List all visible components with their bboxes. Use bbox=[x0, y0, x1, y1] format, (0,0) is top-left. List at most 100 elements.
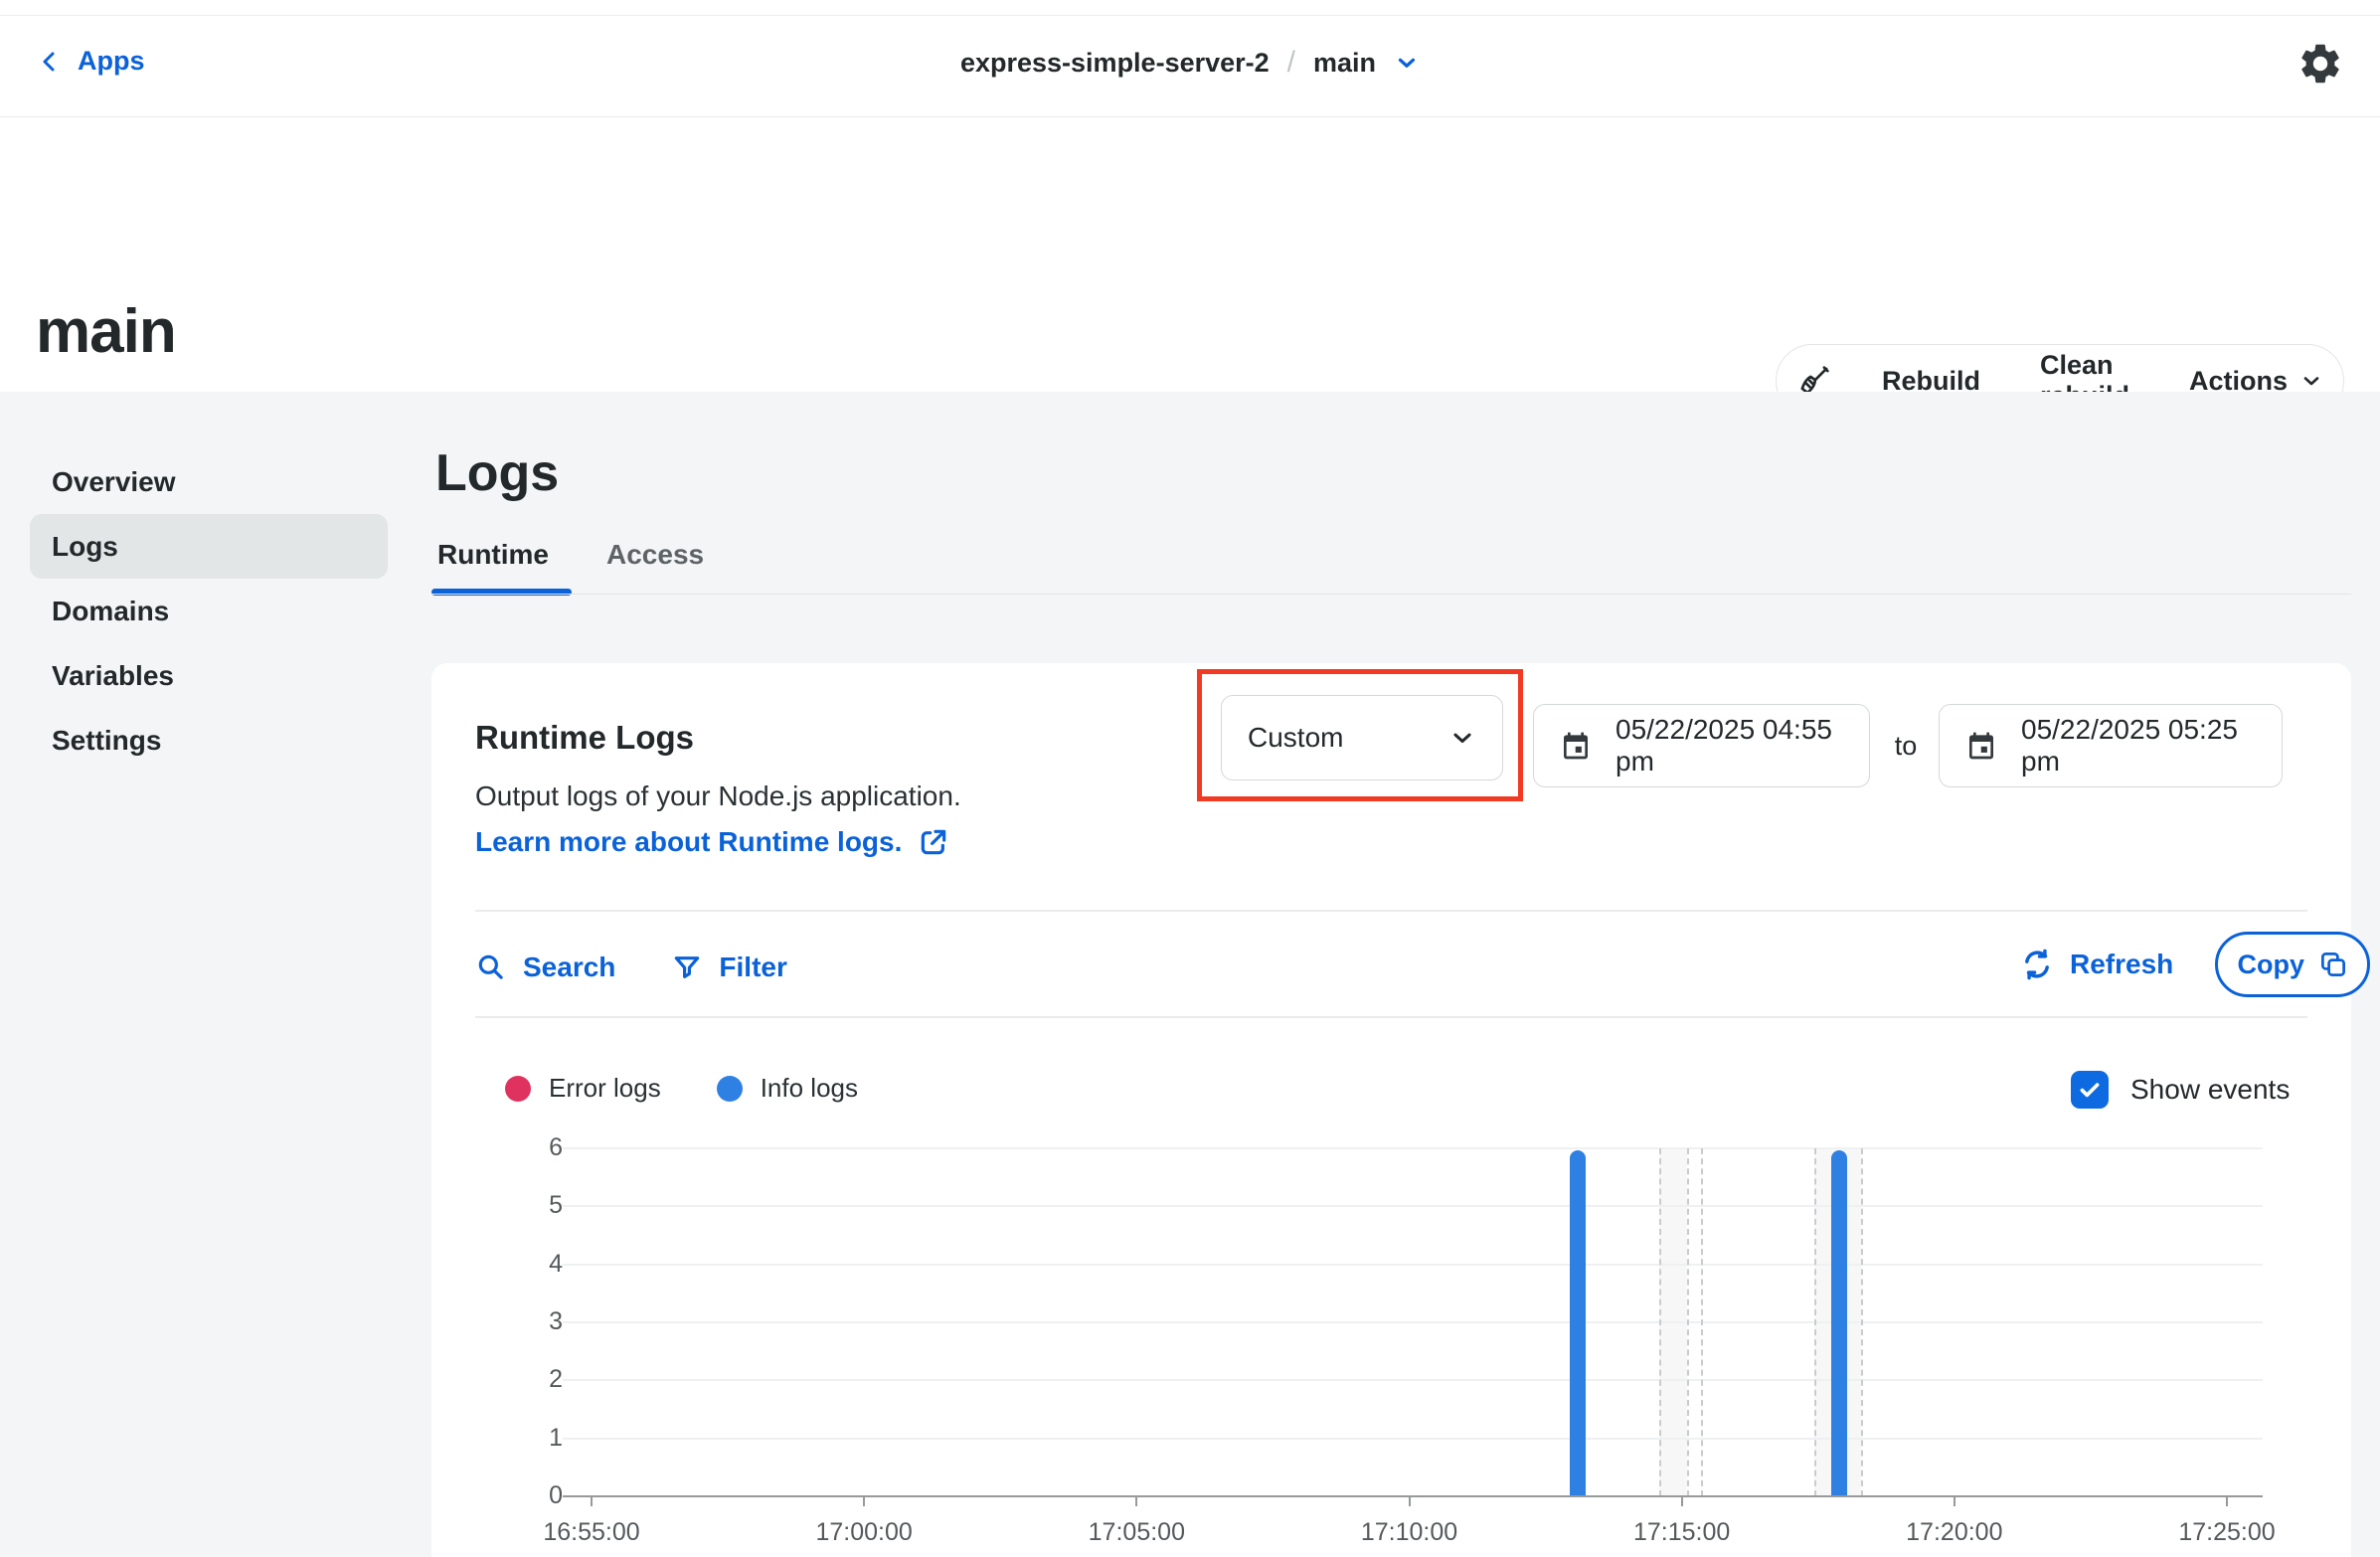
sidebar-item-domains[interactable]: Domains bbox=[30, 579, 388, 643]
legend-dot bbox=[505, 1076, 531, 1102]
y-axis-label: 5 bbox=[463, 1191, 563, 1220]
x-axis-tick bbox=[863, 1496, 865, 1506]
external-link-icon bbox=[918, 826, 949, 858]
legend-label: Info logs bbox=[761, 1073, 858, 1104]
environment-sidebar: OverviewLogsDomainsVariablesSettings bbox=[30, 449, 388, 773]
x-axis-tick bbox=[1681, 1496, 1683, 1506]
chevron-down-icon[interactable] bbox=[1394, 50, 1420, 76]
back-label: Apps bbox=[78, 46, 145, 77]
legend-label: Error logs bbox=[549, 1073, 661, 1104]
check-icon bbox=[2077, 1077, 2103, 1103]
log-bar-info-logs[interactable] bbox=[1570, 1150, 1586, 1496]
y-axis-label: 2 bbox=[463, 1365, 563, 1394]
card-divider bbox=[475, 910, 2307, 912]
x-axis-label: 17:20:00 bbox=[1875, 1518, 2034, 1547]
chevron-left-icon bbox=[38, 48, 62, 76]
sidebar-item-variables[interactable]: Variables bbox=[30, 643, 388, 708]
log-actions-right: Refresh Copy bbox=[2020, 932, 2370, 997]
y-axis-label: 6 bbox=[463, 1133, 563, 1162]
gridline bbox=[563, 1321, 2263, 1323]
search-button[interactable]: Search bbox=[475, 952, 615, 983]
copy-icon bbox=[2318, 950, 2348, 979]
search-icon bbox=[475, 952, 507, 983]
calendar-icon bbox=[1965, 730, 1997, 762]
search-label: Search bbox=[523, 952, 615, 983]
x-axis-tick bbox=[1954, 1496, 1955, 1506]
copy-label: Copy bbox=[2238, 950, 2305, 980]
copy-button[interactable]: Copy bbox=[2215, 932, 2370, 997]
gridline bbox=[563, 1264, 2263, 1266]
logs-tabs: Runtime Access bbox=[437, 539, 704, 595]
event-dashed-line bbox=[1861, 1148, 1863, 1496]
runtime-logs-card: Runtime Logs Custom 05/22/2025 04:55 pm … bbox=[431, 663, 2351, 1557]
show-events-checkbox[interactable] bbox=[2071, 1071, 2109, 1109]
x-axis-line bbox=[563, 1495, 2263, 1498]
breadcrumb-separator: / bbox=[1287, 46, 1295, 80]
gridline bbox=[563, 1147, 2263, 1149]
x-axis-label: 16:55:00 bbox=[512, 1518, 671, 1547]
runtime-logs-title: Runtime Logs bbox=[475, 719, 694, 757]
learn-more-label: Learn more about Runtime logs. bbox=[475, 826, 902, 858]
sidebar-item-settings[interactable]: Settings bbox=[30, 708, 388, 773]
sidebar-item-logs[interactable]: Logs bbox=[30, 514, 388, 579]
show-events-toggle[interactable]: Show events bbox=[2071, 1071, 2290, 1109]
x-axis-label: 17:05:00 bbox=[1057, 1518, 1216, 1547]
y-axis-label: 3 bbox=[463, 1307, 563, 1336]
legend-dot bbox=[717, 1076, 743, 1102]
event-dashed-line bbox=[1659, 1148, 1661, 1496]
settings-gear-icon[interactable] bbox=[2296, 40, 2344, 87]
legend-item-error-logs: Error logs bbox=[505, 1073, 661, 1104]
calendar-icon bbox=[1560, 730, 1592, 762]
x-axis-tick bbox=[2226, 1496, 2228, 1506]
y-axis-label: 1 bbox=[463, 1424, 563, 1453]
time-range-value: Custom bbox=[1248, 722, 1343, 754]
x-axis-label: 17:00:00 bbox=[784, 1518, 943, 1547]
chart-legend: Error logs Info logs bbox=[505, 1073, 858, 1104]
to-label: to bbox=[1881, 731, 1931, 762]
x-axis-tick bbox=[1135, 1496, 1137, 1506]
tab-runtime[interactable]: Runtime bbox=[437, 539, 549, 595]
page-title: Logs bbox=[435, 443, 559, 503]
content-area: OverviewLogsDomainsVariablesSettings Log… bbox=[0, 392, 2380, 1557]
date-to-value: 05/22/2025 05:25 pm bbox=[2021, 714, 2256, 778]
refresh-icon bbox=[2020, 948, 2054, 981]
back-to-apps-link[interactable]: Apps bbox=[38, 46, 145, 77]
time-range-select[interactable]: Custom bbox=[1221, 695, 1503, 780]
breadcrumb: express-simple-server-2 / main bbox=[960, 46, 1420, 80]
tab-access[interactable]: Access bbox=[606, 539, 704, 595]
environment-title: main bbox=[36, 296, 176, 367]
refresh-button[interactable]: Refresh bbox=[2020, 948, 2173, 981]
learn-more-link[interactable]: Learn more about Runtime logs. bbox=[475, 826, 949, 858]
date-from-input[interactable]: 05/22/2025 04:55 pm bbox=[1533, 704, 1870, 787]
environment-header: main .js.wpenginepoweredstaging.com Rebu… bbox=[0, 117, 2380, 392]
filter-button[interactable]: Filter bbox=[671, 952, 786, 983]
x-axis-tick bbox=[1409, 1496, 1411, 1506]
chevron-down-icon bbox=[1448, 724, 1476, 752]
filter-label: Filter bbox=[719, 952, 786, 983]
app-environment-page: Apps express-simple-server-2 / main main… bbox=[0, 0, 2380, 1557]
y-axis-label: 4 bbox=[463, 1250, 563, 1279]
gridline bbox=[563, 1379, 2263, 1381]
legend-item-info-logs: Info logs bbox=[717, 1073, 858, 1104]
top-nav: Apps express-simple-server-2 / main bbox=[0, 16, 2380, 117]
sidebar-item-overview[interactable]: Overview bbox=[30, 449, 388, 514]
breadcrumb-app-name: express-simple-server-2 bbox=[960, 48, 1270, 79]
event-dashed-line bbox=[1701, 1148, 1703, 1496]
log-actions-left: Search Filter bbox=[475, 946, 787, 989]
x-axis-label: 17:10:00 bbox=[1330, 1518, 1489, 1547]
show-events-label: Show events bbox=[2130, 1074, 2290, 1106]
gridline bbox=[563, 1438, 2263, 1440]
x-axis-tick bbox=[591, 1496, 593, 1506]
date-to-input[interactable]: 05/22/2025 05:25 pm bbox=[1939, 704, 2283, 787]
log-bar-info-logs[interactable] bbox=[1831, 1150, 1847, 1496]
breadcrumb-branch[interactable]: main bbox=[1313, 48, 1376, 79]
chevron-down-icon bbox=[2299, 369, 2323, 393]
gridline bbox=[563, 1205, 2263, 1207]
card-divider bbox=[475, 1016, 2307, 1018]
filter-icon bbox=[671, 952, 703, 983]
refresh-label: Refresh bbox=[2070, 949, 2173, 980]
event-dashed-line bbox=[1687, 1148, 1689, 1496]
y-axis-label: 0 bbox=[463, 1481, 563, 1510]
event-dashed-line bbox=[1814, 1148, 1816, 1496]
date-from-value: 05/22/2025 04:55 pm bbox=[1615, 714, 1843, 778]
